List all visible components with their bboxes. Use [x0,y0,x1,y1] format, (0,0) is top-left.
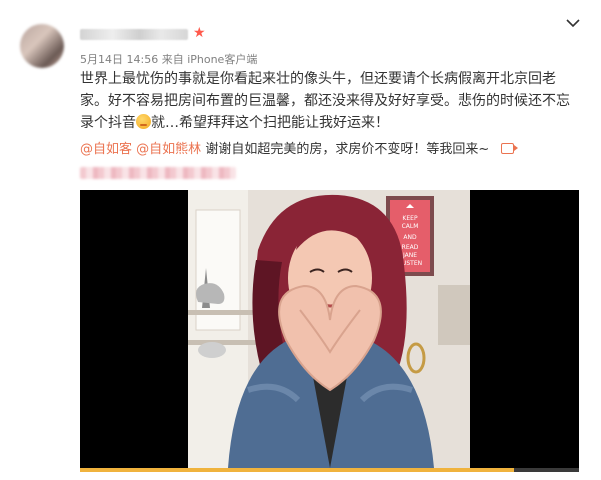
post-meta: 5月14日 14:56 来自 iPhone客户端 [80,53,257,67]
video-still: KEEP CALM AND READ JANE AUSTEN [188,190,470,468]
post-source[interactable]: 来自 iPhone客户端 [162,53,258,66]
mention-followup: 谢谢自如超完美的房，求房价不变呀！等我回来~ [205,142,490,157]
poster-text-5: JANE [402,252,417,259]
blurred-link[interactable] [80,167,236,179]
mention-link-ziroom-xionglin[interactable]: @自如熊林 [136,142,201,157]
poster-text-3: AND [403,234,417,241]
video-frame: KEEP CALM AND READ JANE AUSTEN [188,190,470,468]
video-player[interactable]: KEEP CALM AND READ JANE AUSTEN [80,190,579,472]
star-badge-icon: ★ [193,25,206,41]
video-progress-bar[interactable] [80,468,579,472]
sad-face-emoji-icon [136,114,151,129]
post-body-after-emoji: 就…希望拜拜这个扫把能让我好运来！ [151,115,389,131]
post-text: 世界上最忧伤的事就是你看起来壮的像头牛，但还要请个长病假离开北京回老家。好不容易… [80,68,580,134]
mention-link-ziroomer[interactable]: @自如客 [80,142,132,157]
poster-text-1: KEEP [402,215,418,222]
poster-text-2: CALM [402,223,419,230]
weibo-post-card: ★ 5月14日 14:56 来自 iPhone客户端 世界上最忧伤的事就是你看起… [0,0,601,480]
chevron-down-icon[interactable] [565,16,581,30]
video-link-icon[interactable] [501,143,519,154]
post-date[interactable]: 5月14日 14:56 [80,53,158,66]
avatar[interactable] [20,24,64,68]
username-blurred[interactable] [80,29,188,40]
mentions-line: @自如客 @自如熊林 谢谢自如超完美的房，求房价不变呀！等我回来~ [80,141,519,159]
video-progress-fill [80,468,515,472]
poster-text-4: READ [402,244,419,251]
